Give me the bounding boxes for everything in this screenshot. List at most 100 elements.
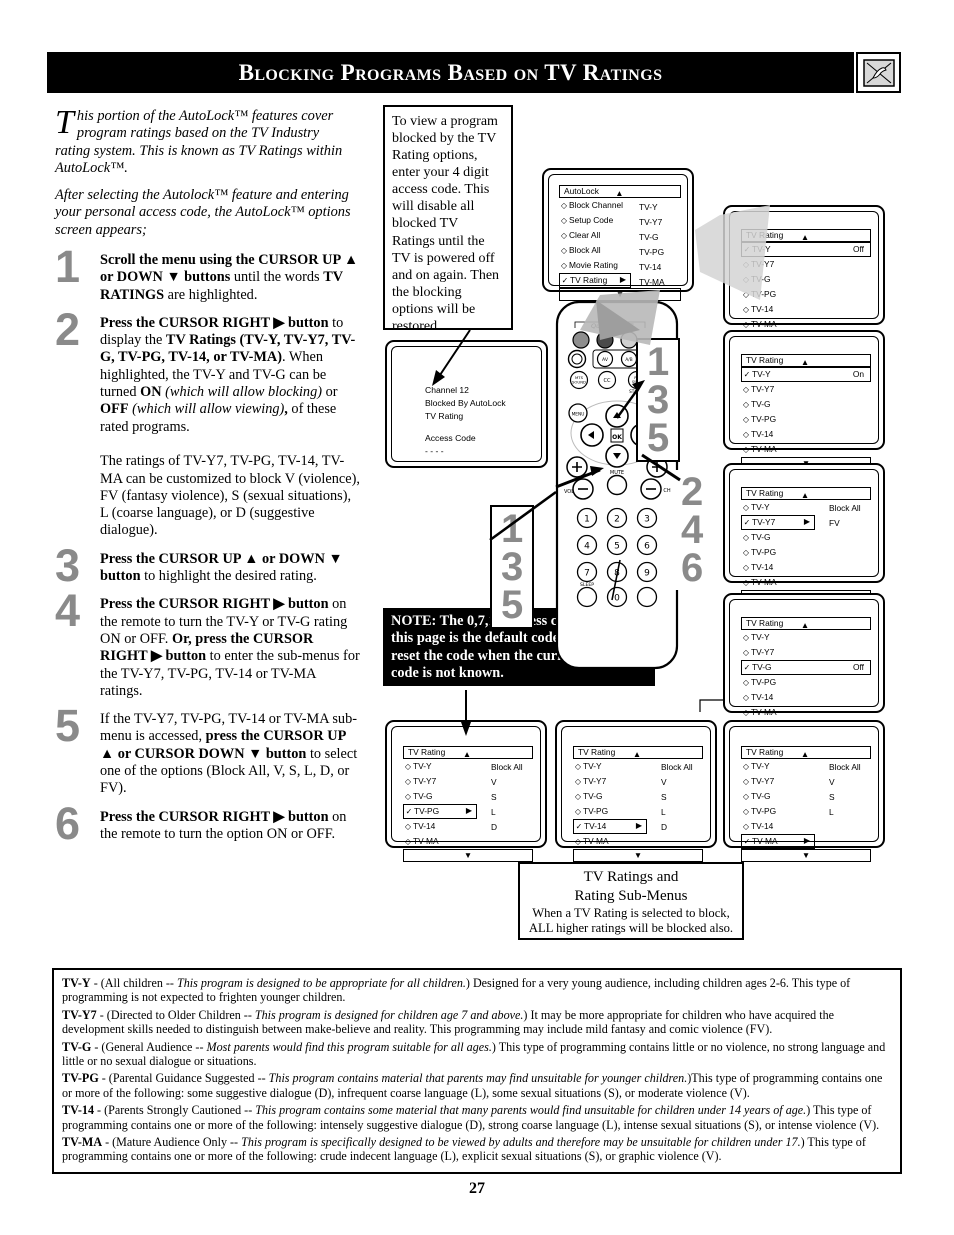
callout-numbers-group-c: 2 4 6 xyxy=(672,470,713,590)
svg-text:5: 5 xyxy=(614,542,620,552)
bullet-icon: ◇ xyxy=(742,384,750,394)
svg-text:A/B: A/B xyxy=(625,357,632,362)
svg-text:QuadraSurf™: QuadraSurf™ xyxy=(591,322,635,330)
osd-scroll-down[interactable]: ▼ xyxy=(573,849,703,862)
tv-rating-submenu-tvma: TV Rating ▲ ◇ TV-Y ◇ TV-Y7 ◇ TV-G ◇ TV-P… xyxy=(723,720,885,862)
check-icon: ✓ xyxy=(743,369,751,379)
osd-row-tvy7[interactable]: ◇ TV-Y7 xyxy=(741,382,871,397)
osd-row-tvma[interactable]: ◇ TV-MA xyxy=(573,834,703,849)
osd-row-tvg[interactable]: ◇ TV-G xyxy=(741,530,871,545)
osd-row-label: TV-PG xyxy=(751,547,777,558)
osd-row-tv14[interactable]: ◇ TV-14 xyxy=(741,560,871,575)
osd-row-tvy7[interactable]: ◇ TV-Y7 xyxy=(741,257,871,272)
bullet-icon: ◇ xyxy=(574,806,582,816)
scroll-up-icon[interactable]: ▲ xyxy=(633,750,641,759)
page-header-bar: Blocking Programs Based on TV Ratings xyxy=(47,52,854,93)
scroll-up-icon[interactable]: ▲ xyxy=(615,189,623,198)
bullet-icon: ◇ xyxy=(742,632,750,642)
osd-row-tvma[interactable]: ◇ TV-MA xyxy=(403,834,533,849)
osd-menu: TV Rating ▲ ◇ TV-Y ◇ TV-Y7 ✓ TV-G Off ◇ … xyxy=(741,617,871,733)
view-blocked-program-callout: To view a program blocked by the TV Rati… xyxy=(383,105,513,334)
access-code-field[interactable]: - - - - xyxy=(425,445,506,458)
scroll-up-icon[interactable]: ▲ xyxy=(801,358,809,367)
osd-value: S xyxy=(661,792,667,802)
osd-title-label: TV Rating xyxy=(746,618,784,629)
scroll-up-icon[interactable]: ▲ xyxy=(801,491,809,500)
osd-title: TV Rating ▲ xyxy=(741,746,871,759)
osd-row-label: TV-G xyxy=(751,399,771,410)
bullet-icon: ◇ xyxy=(404,761,412,771)
osd-row-tvma[interactable]: ◇ TV-MA xyxy=(741,442,871,457)
svg-text:OK: OK xyxy=(612,434,622,441)
step-text: Press the CURSOR UP ▲ or DOWN ▼ button t… xyxy=(100,550,343,585)
svg-text:0: 0 xyxy=(614,594,620,604)
callout-number: 4 xyxy=(681,508,704,552)
osd-scroll-down[interactable]: ▼ xyxy=(403,849,533,862)
page-number: 27 xyxy=(469,1180,485,1197)
osd-row-tv14[interactable]: ◇ TV-14 xyxy=(741,690,871,705)
osd-scroll-down[interactable]: ▼ xyxy=(741,849,871,862)
osd-row-tvy[interactable]: ✓ TV-Y On xyxy=(741,367,871,382)
osd-row-label: TV-Y7 xyxy=(583,776,607,787)
check-icon: ✓ xyxy=(743,244,751,254)
osd-row-label: TV-G xyxy=(751,791,771,802)
osd-row-tvpg[interactable]: ✓ TV-PG ▶ xyxy=(403,804,477,819)
tv-rating-screen-tvy-on: TV Rating ▲ ✓ TV-Y On ◇ TV-Y7 ◇ TV-G ◇ T… xyxy=(723,330,885,470)
intro-paragraph-2: After selecting the Autolock™ feature an… xyxy=(55,187,351,238)
osd-row-tvy[interactable]: ✓ TV-Y Off xyxy=(741,242,871,257)
osd-title: TV Rating ▲ xyxy=(741,487,871,500)
svg-text:7: 7 xyxy=(584,569,590,579)
osd-row-tv14[interactable]: ◇ TV-14 xyxy=(741,302,871,317)
scroll-up-icon[interactable]: ▲ xyxy=(801,621,809,630)
osd-row-tvpg[interactable]: ◇ TV-PG xyxy=(741,287,871,302)
osd-row-tvma[interactable]: ◇ TV-MA xyxy=(741,705,871,720)
osd-row-tvpg[interactable]: ◇ TV-PG xyxy=(741,545,871,560)
check-icon: ✓ xyxy=(405,806,413,816)
osd-row-tvy[interactable]: ◇ TV-Y xyxy=(741,630,871,645)
bullet-icon: ◇ xyxy=(742,707,750,717)
definition-tv-y7: TV-Y7 - (Directed to Older Children -- T… xyxy=(62,1007,835,1037)
osd-row-label: TV-PG xyxy=(751,806,777,817)
menu-item-label: Movie Rating xyxy=(569,260,618,271)
osd-row-tvma[interactable]: ✓ TV-MA ▶ xyxy=(741,834,815,849)
osd-row-tv14[interactable]: ✓ TV-14 ▶ xyxy=(573,819,647,834)
osd-value: V xyxy=(491,777,497,787)
osd-row-label: TV-Y xyxy=(751,502,770,513)
osd-row-label: TV-14 xyxy=(751,821,774,832)
svg-text:4: 4 xyxy=(584,542,590,552)
bullet-icon: ◇ xyxy=(742,304,750,314)
osd-row-tvg[interactable]: ◇ TV-G xyxy=(741,397,871,412)
osd-row-label: TV-PG xyxy=(414,806,440,817)
osd-row-label: TV-Y xyxy=(752,369,771,380)
chevron-right-icon: ▶ xyxy=(803,836,810,845)
autolock-title-label: AutoLock xyxy=(564,186,599,197)
osd-row-tvpg[interactable]: ◇ TV-PG xyxy=(741,675,871,690)
menu-item-label: Block Channel xyxy=(569,200,624,211)
channel-blocked-text: Channel 12 Blocked By AutoLock TV Rating… xyxy=(425,384,506,457)
osd-row-tvpg[interactable]: ◇ TV-PG xyxy=(741,412,871,427)
osd-row-tvg[interactable]: ✓ TV-G Off xyxy=(741,660,871,675)
osd-values-column: Block All V S L xyxy=(829,760,861,820)
osd-row-tvy7[interactable]: ◇ TV-Y7 xyxy=(741,645,871,660)
osd-row-tvma[interactable]: ◇ TV-MA xyxy=(741,575,871,590)
bullet-icon: ◇ xyxy=(404,821,412,831)
svg-text:VOL: VOL xyxy=(564,489,574,495)
autolock-ratings-column: TV-Y TV-Y7 TV-G TV-PG TV-14 TV-MA xyxy=(639,200,665,290)
osd-row-tvg[interactable]: ◇ TV-G xyxy=(741,272,871,287)
scroll-up-icon[interactable]: ▲ xyxy=(801,233,809,242)
menu-item-tv-rating[interactable]: ✓ TV Rating ▶ xyxy=(559,273,631,288)
step-text: If the TV-Y7, TV-PG, TV-14 or TV-MA sub-… xyxy=(100,711,358,797)
osd-row-tv14[interactable]: ◇ TV-14 xyxy=(741,819,871,834)
check-icon: ✓ xyxy=(575,821,583,831)
osd-row-tv14[interactable]: ◇ TV-14 xyxy=(741,427,871,442)
definition-tv-y: TV-Y - (All children -- This program is … xyxy=(62,976,851,1005)
scroll-up-icon[interactable]: ▲ xyxy=(463,750,471,759)
caption-sub-1: When a TV Rating is selected to block, xyxy=(532,905,730,920)
step-4: 4 Press the CURSOR RIGHT ▶ button on the… xyxy=(55,588,360,700)
scroll-up-icon[interactable]: ▲ xyxy=(801,750,809,759)
callout-number: 6 xyxy=(681,546,704,590)
bullet-icon: ◇ xyxy=(742,647,750,657)
osd-row-label: TV-14 xyxy=(751,692,774,703)
osd-row-tvy7[interactable]: ✓ TV-Y7 ▶ xyxy=(741,515,815,530)
osd-row-label: TV-Y7 xyxy=(751,776,775,787)
